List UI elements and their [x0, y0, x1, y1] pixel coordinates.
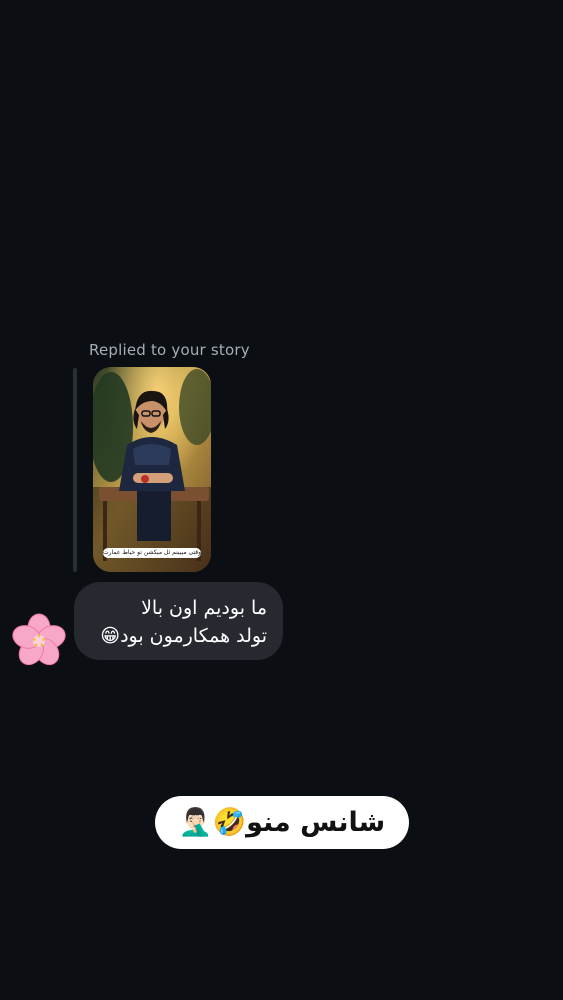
- message-line-1: ما بودیم اون بالا: [141, 597, 267, 619]
- message-bubble[interactable]: ما بودیم اون بالا تولد همکارمون بود😁: [74, 582, 283, 660]
- reply-quote-bar: [73, 368, 77, 572]
- story-text-sticker: شانس منو🤣🤦🏻‍♂️: [155, 796, 409, 849]
- replied-to-story-label: Replied to your story: [89, 341, 250, 359]
- cherry-blossom-icon[interactable]: [10, 612, 68, 670]
- story-caption: وقتی میبینم ئل میکشن تو حیاط عمارت 😂: [103, 548, 201, 558]
- message-line-2: تولد همکارمون بود😁: [100, 625, 267, 647]
- story-photo: [93, 367, 211, 572]
- story-thumbnail[interactable]: وقتی میبینم ئل میکشن تو حیاط عمارت 😂: [93, 367, 211, 572]
